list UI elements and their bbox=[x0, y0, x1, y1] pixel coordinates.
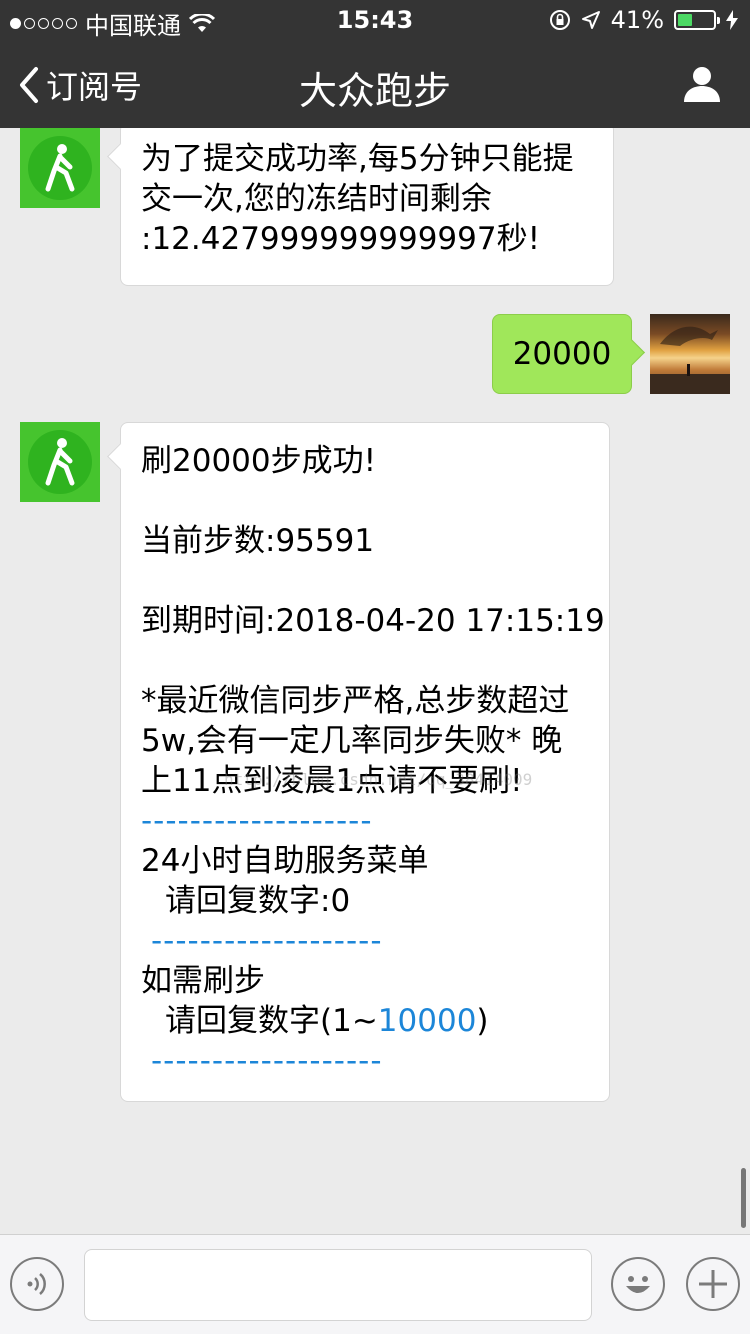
user-avatar[interactable] bbox=[650, 314, 730, 394]
emoji-icon bbox=[626, 1276, 650, 1293]
battery-icon bbox=[674, 10, 720, 30]
number-link[interactable]: 10000 bbox=[378, 1003, 477, 1039]
divider-line: ------------------- bbox=[151, 1043, 383, 1079]
input-bar bbox=[0, 1234, 750, 1334]
page-title: 大众跑步 bbox=[298, 69, 451, 113]
message-bubble: 刷20000步成功! 当前步数:95591 到期时间:2018-04-20 17… bbox=[120, 422, 610, 1102]
emoji-button[interactable] bbox=[611, 1257, 665, 1311]
message-text: 为了提交成功率,每5分钟只能提 bbox=[141, 141, 574, 177]
charging-icon bbox=[726, 10, 738, 30]
sent-message-bubble: 20000 bbox=[492, 314, 632, 394]
message-text: 请回复数字:0 bbox=[165, 883, 351, 919]
message-bubble: 为了提交成功率,每5分钟只能提 交一次,您的冻结时间剩余 :12.4279999… bbox=[120, 128, 614, 286]
official-account-avatar[interactable] bbox=[20, 128, 100, 208]
walking-person-icon bbox=[45, 438, 75, 486]
chat-area[interactable]: 为了提交成功率,每5分钟只能提 交一次,您的冻结时间剩余 :12.4279999… bbox=[0, 128, 750, 1234]
message-text: 5w,会有一定几率同步失败* 晚 bbox=[141, 723, 563, 759]
more-button[interactable] bbox=[686, 1257, 740, 1311]
status-bar: 中国联通 15:43 41% bbox=[0, 0, 750, 40]
person-icon bbox=[684, 67, 720, 102]
plus-icon bbox=[699, 1270, 727, 1298]
battery-percent: 41% bbox=[610, 6, 664, 34]
voice-icon bbox=[27, 1273, 46, 1295]
profile-button[interactable] bbox=[682, 64, 722, 108]
avatar-image bbox=[650, 326, 730, 394]
status-right: 41% bbox=[549, 6, 738, 34]
message-text: :12.427999999999997秒! bbox=[141, 221, 541, 257]
divider-line: ------------------- bbox=[151, 923, 383, 959]
message-text: 刷20000步成功! bbox=[141, 443, 377, 479]
message-text: 如需刷步 bbox=[141, 963, 265, 999]
voice-button[interactable] bbox=[10, 1257, 64, 1311]
rotation-lock-icon bbox=[549, 10, 570, 30]
location-icon bbox=[581, 11, 600, 29]
divider-line: ------------------- bbox=[141, 803, 373, 839]
message-text: 交一次,您的冻结时间剩余 bbox=[141, 181, 492, 217]
official-account-avatar[interactable] bbox=[20, 422, 100, 502]
nav-bar: 订阅号 大众跑步 bbox=[0, 40, 750, 128]
walking-person-icon bbox=[45, 144, 75, 192]
message-text: *最近微信同步严格,总步数超过 bbox=[141, 683, 570, 719]
message-text: 到期时间:2018-04-20 17:15:19 bbox=[141, 603, 605, 639]
watermark: http://blog.csdn.net/qq_38414009 bbox=[224, 770, 533, 789]
message-text: 请回复数字(1~10000) bbox=[165, 1003, 489, 1039]
message-text: 24小时自助服务菜单 bbox=[141, 843, 429, 879]
message-text: 20000 bbox=[512, 336, 612, 372]
message-input[interactable] bbox=[84, 1249, 592, 1321]
message-text: 当前步数:95591 bbox=[141, 523, 375, 559]
scrollbar[interactable] bbox=[741, 1168, 746, 1228]
